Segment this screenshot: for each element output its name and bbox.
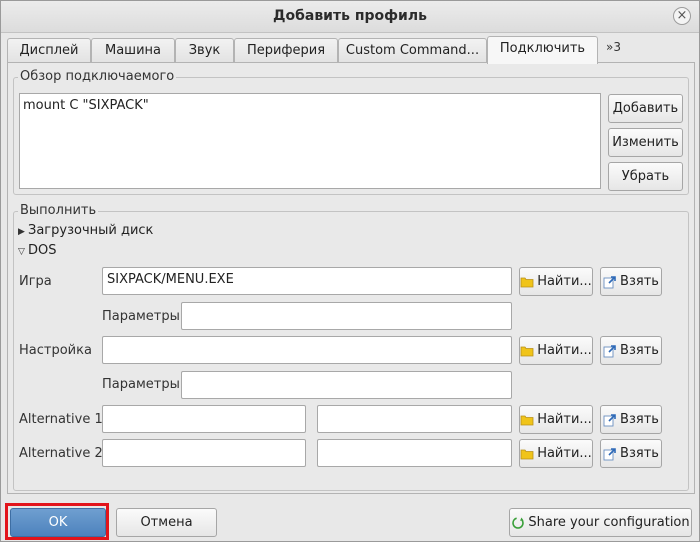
grab-icon	[603, 344, 617, 358]
mount-list[interactable]: mount C "SIXPACK"	[19, 93, 601, 189]
alt1-params-input[interactable]	[317, 405, 512, 433]
tab-machine[interactable]: Машина	[91, 38, 175, 63]
grab-label: Взять	[620, 274, 659, 289]
setup-grab-button[interactable]: Взять	[600, 336, 662, 365]
game-grab-button[interactable]: Взять	[600, 267, 662, 296]
execute-title: Выполнить	[18, 203, 99, 218]
browse-label: Найти...	[537, 412, 592, 427]
alt2-browse-button[interactable]: Найти...	[519, 439, 593, 468]
browse-label: Найти...	[537, 343, 592, 358]
alt1-path-input[interactable]	[102, 405, 306, 433]
share-configuration-button[interactable]: Share your configuration	[509, 508, 692, 537]
folder-icon	[520, 414, 534, 426]
alt1-browse-button[interactable]: Найти...	[519, 405, 593, 434]
remove-button[interactable]: Убрать	[608, 162, 683, 191]
setup-browse-button[interactable]: Найти...	[519, 336, 593, 365]
game-params-label: Параметры	[102, 309, 180, 324]
game-path-input[interactable]: SIXPACK/MENU.EXE	[102, 267, 512, 295]
game-label: Игра	[19, 274, 52, 289]
ok-button[interactable]: OK	[10, 508, 106, 537]
dos-label: DOS	[28, 243, 57, 258]
game-params-input[interactable]	[181, 302, 512, 330]
grab-label: Взять	[620, 412, 659, 427]
edit-button[interactable]: Изменить	[608, 128, 683, 157]
tab-custom-commands[interactable]: Custom Command...	[338, 38, 487, 63]
tab-display[interactable]: Дисплей	[7, 38, 91, 63]
tab-peripherals[interactable]: Периферия	[234, 38, 338, 63]
tab-mount[interactable]: Подключить	[487, 36, 598, 64]
alt2-path-input[interactable]	[102, 439, 306, 467]
boot-disk-label: Загрузочный диск	[28, 223, 154, 238]
collapse-arrow-icon: ▽	[18, 247, 25, 257]
boot-disk-node[interactable]: ▶ Загрузочный диск	[18, 223, 153, 238]
tab-sound[interactable]: Звук	[175, 38, 234, 63]
game-browse-button[interactable]: Найти...	[519, 267, 593, 296]
alt1-grab-button[interactable]: Взять	[600, 405, 662, 434]
folder-icon	[520, 345, 534, 357]
add-button[interactable]: Добавить	[608, 94, 683, 123]
alt2-params-input[interactable]	[317, 439, 512, 467]
tab-bar: Дисплей Машина Звук Периферия Custom Com…	[7, 36, 697, 64]
expand-arrow-icon: ▶	[18, 227, 25, 237]
grab-label: Взять	[620, 446, 659, 461]
add-profile-dialog: Добавить профиль × Дисплей Машина Звук П…	[0, 0, 700, 542]
mount-overview-title: Обзор подключаемого	[18, 69, 177, 84]
grab-icon	[603, 413, 617, 427]
setup-params-input[interactable]	[181, 371, 512, 399]
setup-path-input[interactable]	[102, 336, 512, 364]
cancel-button[interactable]: Отмена	[116, 508, 217, 537]
setup-label: Настройка	[19, 343, 92, 358]
share-label: Share your configuration	[528, 515, 690, 530]
folder-icon	[520, 276, 534, 288]
browse-label: Найти...	[537, 274, 592, 289]
alt2-grab-button[interactable]: Взять	[600, 439, 662, 468]
alt2-label: Alternative 2	[19, 446, 103, 461]
grab-icon	[603, 447, 617, 461]
list-item[interactable]: mount C "SIXPACK"	[23, 98, 597, 113]
refresh-icon	[511, 516, 525, 530]
dos-node[interactable]: ▽ DOS	[18, 243, 57, 258]
grab-icon	[603, 275, 617, 289]
browse-label: Найти...	[537, 446, 592, 461]
grab-label: Взять	[620, 343, 659, 358]
setup-params-label: Параметры	[102, 377, 180, 392]
close-icon[interactable]: ×	[673, 7, 691, 25]
folder-icon	[520, 448, 534, 460]
window-title: Добавить профиль	[273, 8, 427, 24]
alt1-label: Alternative 1	[19, 412, 103, 427]
tabs-overflow-button[interactable]: »3	[606, 40, 621, 54]
title-bar: Добавить профиль ×	[1, 1, 699, 33]
